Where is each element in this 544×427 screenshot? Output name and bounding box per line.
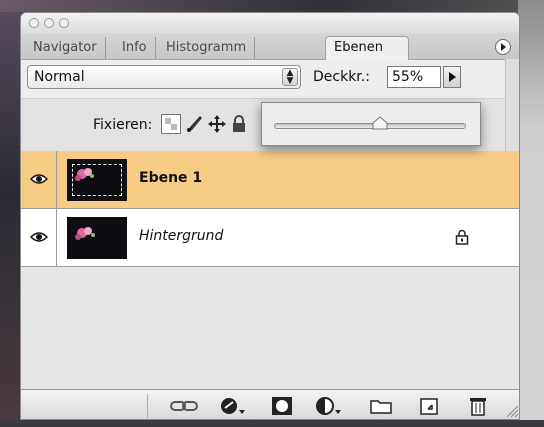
layer-row-ebene-1[interactable]: Ebene 1 bbox=[21, 151, 519, 209]
desktop-background-left bbox=[0, 0, 20, 427]
eye-icon bbox=[30, 232, 48, 242]
desktop-background-bottom bbox=[0, 420, 544, 427]
layers-palette-window: Navigator Info Histogramm Ebenen Normal … bbox=[20, 12, 520, 420]
title-bar[interactable] bbox=[21, 13, 519, 33]
tab-histogramm[interactable]: Histogramm bbox=[158, 37, 256, 59]
visibility-cell[interactable] bbox=[21, 151, 57, 208]
resize-grip-icon[interactable] bbox=[505, 404, 519, 418]
footer-divider bbox=[147, 394, 148, 418]
opacity-slider-thumb[interactable] bbox=[372, 116, 388, 130]
lock-image-pixels-icon[interactable] bbox=[185, 114, 205, 134]
desktop-background-top bbox=[0, 0, 544, 12]
opacity-slider-toggle-button[interactable] bbox=[443, 66, 461, 88]
adjustment-layer-icon[interactable] bbox=[311, 394, 351, 418]
panel-menu-arrow-icon[interactable] bbox=[495, 39, 511, 55]
eye-icon bbox=[30, 174, 48, 184]
trash-icon[interactable] bbox=[461, 394, 495, 418]
new-group-icon[interactable] bbox=[363, 394, 399, 418]
visibility-cell[interactable] bbox=[21, 209, 57, 266]
layer-mask-icon[interactable] bbox=[265, 394, 299, 418]
opacity-slider-track[interactable] bbox=[274, 123, 466, 129]
layer-thumbnail[interactable] bbox=[67, 159, 127, 201]
blend-opacity-row: Normal ▲ ▼ Deckkr.: 55% bbox=[21, 60, 519, 98]
minimize-button[interactable] bbox=[44, 18, 54, 28]
lock-position-icon[interactable] bbox=[207, 114, 227, 134]
tab-navigator[interactable]: Navigator bbox=[25, 37, 106, 59]
layer-row-hintergrund[interactable]: Hintergrund bbox=[21, 209, 519, 267]
lock-label: Fixieren: bbox=[93, 117, 153, 133]
lock-transparent-pixels-icon[interactable] bbox=[161, 114, 181, 134]
lock-all-icon[interactable] bbox=[229, 114, 249, 134]
flower-thumbnail-icon bbox=[75, 168, 94, 181]
layers-list: Ebene 1 Hintergrund bbox=[21, 151, 519, 389]
blend-mode-value: Normal bbox=[34, 69, 85, 85]
layer-name[interactable]: Ebene 1 bbox=[139, 170, 202, 186]
palette-tab-bar: Navigator Info Histogramm Ebenen bbox=[21, 33, 519, 60]
tab-ebenen[interactable]: Ebenen bbox=[325, 36, 409, 60]
close-button[interactable] bbox=[29, 18, 39, 28]
desktop-background-right bbox=[518, 0, 544, 427]
layer-thumbnail[interactable] bbox=[67, 217, 127, 259]
flower-thumbnail-icon bbox=[75, 227, 95, 240]
opacity-label: Deckkr.: bbox=[313, 69, 370, 85]
layer-style-icon[interactable] bbox=[215, 394, 255, 418]
layer-name[interactable]: Hintergrund bbox=[139, 228, 223, 244]
opacity-field[interactable]: 55% bbox=[387, 66, 441, 88]
blend-mode-select[interactable]: Normal ▲ ▼ bbox=[27, 65, 301, 89]
updown-arrows-icon: ▲ ▼ bbox=[282, 68, 298, 86]
zoom-button[interactable] bbox=[59, 18, 69, 28]
link-layers-icon[interactable] bbox=[167, 394, 207, 418]
new-layer-icon[interactable] bbox=[411, 394, 447, 418]
lock-icon bbox=[455, 229, 469, 245]
tab-info[interactable]: Info bbox=[114, 37, 156, 59]
layers-footer-toolbar bbox=[21, 389, 519, 419]
opacity-slider-popup bbox=[261, 102, 481, 146]
